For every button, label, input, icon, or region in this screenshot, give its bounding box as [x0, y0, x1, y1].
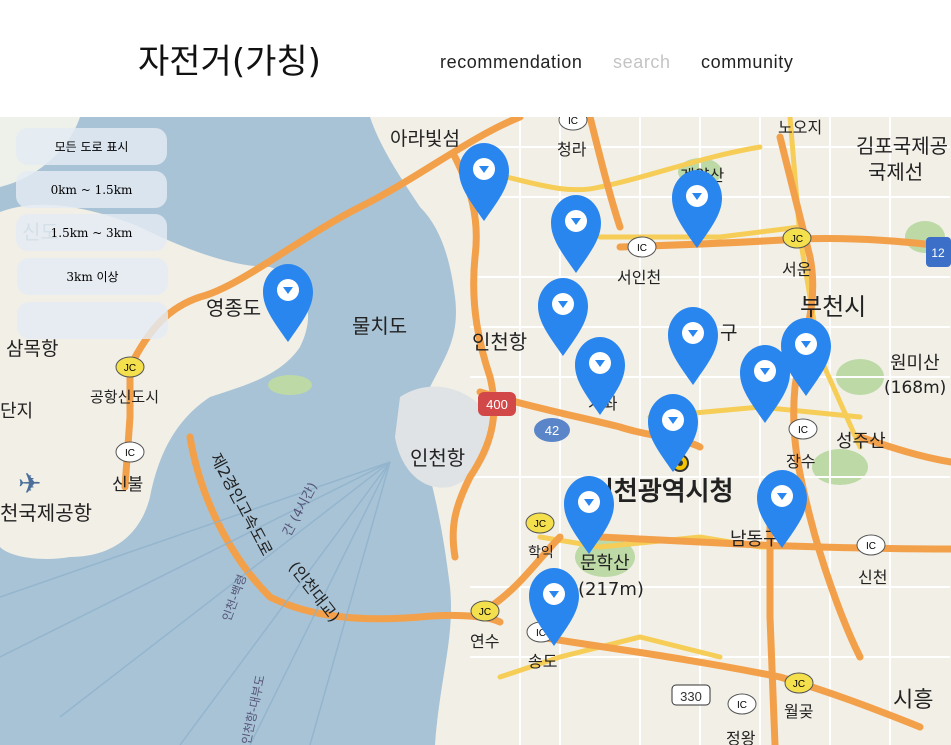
label-jeongwang: 정왕	[726, 729, 756, 745]
label-siheung: 시흥	[893, 688, 933, 713]
nav-community[interactable]: community	[701, 52, 793, 73]
label-jangsu: 장수	[786, 452, 815, 471]
svg-text:IC: IC	[737, 700, 747, 711]
label-danji: 단지	[0, 401, 33, 422]
svg-text:400: 400	[486, 397, 508, 412]
label-seoincheon: 서인천	[617, 268, 661, 287]
label-hakik: 학익	[528, 545, 554, 561]
filter-all-roads[interactable]: 모든 도로 표시	[16, 128, 167, 165]
svg-text:IC: IC	[866, 541, 876, 552]
label-airport-intl: 천국제공항	[0, 501, 92, 525]
svg-text:JC: JC	[791, 234, 803, 245]
label-seongjusan: 성주산	[836, 431, 886, 452]
label-yeongjongdo: 영종도	[206, 296, 261, 320]
nav-recommendation[interactable]: recommendation	[440, 52, 582, 73]
label-bucheon: 부천시	[800, 293, 866, 321]
svg-text:IC: IC	[637, 243, 647, 254]
label-gonghang-city: 공항신도시	[90, 388, 159, 406]
map-canvas[interactable]: 400 42 330 12 JC IC IC JC IC JC IC JC IC…	[0, 117, 951, 745]
label-wonmisan: 원미산	[890, 353, 940, 374]
svg-text:IC: IC	[798, 425, 808, 436]
label-wolgot: 월곶	[784, 702, 813, 721]
label-gu: 구	[720, 322, 737, 344]
svg-text:IC: IC	[568, 117, 578, 127]
label-mulchido: 물치도	[352, 314, 407, 338]
label-songdo: 송도	[528, 652, 557, 671]
label-seoun: 서운	[782, 260, 811, 279]
svg-text:JC: JC	[479, 607, 491, 618]
park-area	[268, 375, 312, 395]
airport-icon: ✈	[18, 467, 41, 500]
label-samokhang: 삼목항	[6, 338, 58, 360]
svg-text:JC: JC	[124, 363, 136, 374]
nav-search[interactable]: search	[613, 52, 671, 73]
label-gimpo-airport: 김포국제공	[856, 134, 948, 158]
label-noosiji: 노오지	[778, 118, 822, 137]
label-cheongna: 청라	[557, 140, 587, 159]
brand-title[interactable]: 자전거(가칭)	[138, 34, 321, 83]
label-wonmisan-height: (168m)	[884, 378, 946, 398]
filter-3km-plus[interactable]: 3km 이상	[17, 258, 168, 295]
filter-0-1-5km[interactable]: 0km ~ 1.5km	[16, 171, 167, 208]
svg-text:42: 42	[545, 423, 559, 438]
map-view[interactable]: 400 42 330 12 JC IC IC JC IC JC IC JC IC…	[0, 117, 951, 745]
label-arabit: 아라빛섬	[390, 128, 460, 150]
park-area	[812, 449, 868, 485]
label-gimpo-intl: 국제선	[868, 160, 923, 184]
svg-text:JC: JC	[793, 679, 805, 690]
svg-text:JC: JC	[534, 519, 546, 530]
label-incheonhang-1: 인천항	[472, 330, 527, 354]
svg-text:12: 12	[931, 246, 945, 260]
filter-empty[interactable]	[17, 302, 168, 339]
svg-text:IC: IC	[125, 448, 135, 459]
label-munhaksan: 문학산	[580, 553, 630, 574]
top-header: 자전거(가칭) recommendation search community	[0, 0, 951, 117]
label-munhaksan-height: (217m)	[578, 579, 644, 600]
label-incheonhang-2: 인천항	[410, 446, 465, 470]
label-yeonsu: 연수	[470, 632, 499, 651]
label-sincheon: 신천	[858, 568, 887, 587]
filter-1-5-3km[interactable]: 1.5km ~ 3km	[16, 214, 167, 251]
svg-text:330: 330	[680, 689, 702, 704]
label-sinbul: 신불	[112, 475, 143, 495]
